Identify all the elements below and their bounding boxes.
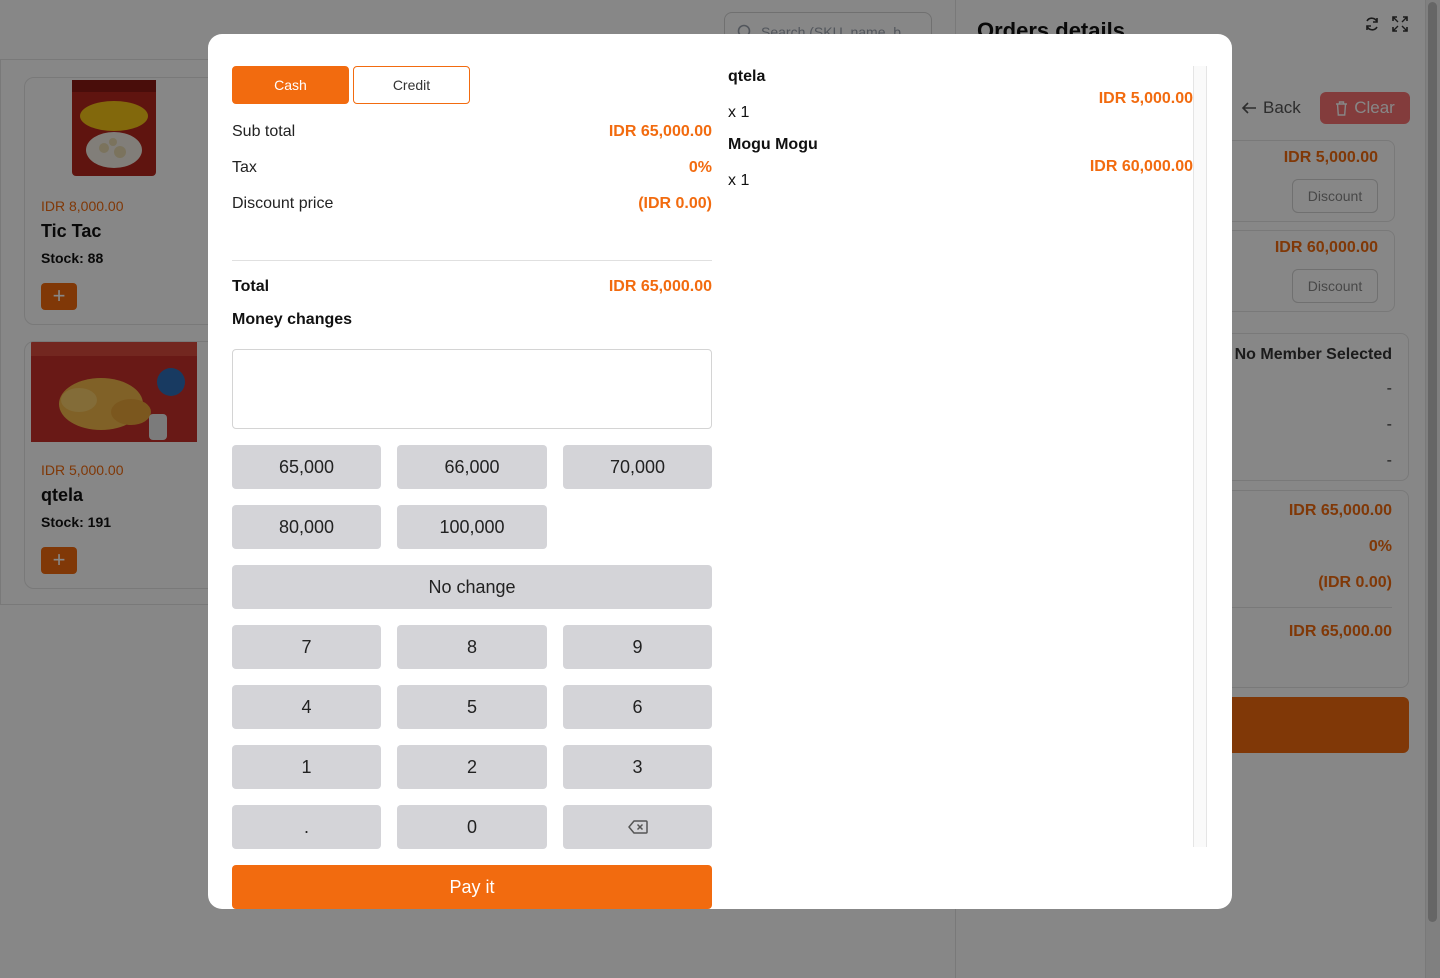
backspace-icon (627, 820, 648, 834)
subtotal-row: Sub total IDR 65,000.00 (232, 120, 712, 144)
cart-scrollbar[interactable] (1193, 66, 1207, 847)
tab-cash[interactable]: Cash (232, 66, 349, 104)
cart-item-qty: x 1 (728, 104, 750, 121)
quick-amount-button[interactable]: 80,000 (232, 505, 381, 549)
money-changes-input[interactable] (232, 349, 712, 429)
money-changes-label: Money changes (232, 311, 353, 328)
cart-summary-list: qtela IDR 5,000.00 x 1 Mogu Mogu IDR 60,… (728, 66, 1193, 847)
keypad-key[interactable]: 1 (232, 745, 381, 789)
keypad-key[interactable]: 7 (232, 625, 381, 669)
tax-row: Tax 0% (232, 156, 712, 180)
total-value: IDR 65,000.00 (608, 278, 712, 295)
keypad-key[interactable]: 2 (397, 745, 547, 789)
total-row: Total IDR 65,000.00 (232, 275, 712, 299)
tax-label: Tax (232, 159, 257, 176)
subtotal-value: IDR 65,000.00 (608, 123, 712, 140)
quick-amount-button[interactable]: 65,000 (232, 445, 381, 489)
keypad-key[interactable]: 5 (397, 685, 547, 729)
cart-item-price: IDR 60,000.00 (1089, 158, 1193, 175)
quick-amount-button[interactable]: 66,000 (397, 445, 547, 489)
keypad-key[interactable]: 0 (397, 805, 547, 849)
tab-credit[interactable]: Credit (353, 66, 470, 104)
summary-divider (232, 260, 712, 261)
keypad-key[interactable]: . (232, 805, 381, 849)
quick-amount-button[interactable]: 70,000 (563, 445, 712, 489)
discount-row: Discount price (IDR 0.00) (232, 192, 712, 216)
payment-method-tabs: Cash Credit (232, 66, 470, 104)
discount-value: (IDR 0.00) (638, 195, 712, 212)
keypad-key[interactable]: 6 (563, 685, 712, 729)
cart-item-name: qtela (728, 68, 766, 85)
cart-item-price: IDR 5,000.00 (1098, 90, 1193, 107)
pay-button[interactable]: Pay it (232, 865, 712, 909)
keypad-key[interactable]: 3 (563, 745, 712, 789)
keypad-key[interactable]: 8 (397, 625, 547, 669)
subtotal-label: Sub total (232, 123, 296, 140)
keypad-key[interactable]: 9 (563, 625, 712, 669)
payment-modal: Cash Credit Sub total IDR 65,000.00 Tax … (208, 34, 1232, 909)
quick-amount-button[interactable]: 100,000 (397, 505, 547, 549)
no-change-button[interactable]: No change (232, 565, 712, 609)
total-label: Total (232, 278, 270, 295)
discount-label: Discount price (232, 195, 334, 212)
cart-item-name: Mogu Mogu (728, 136, 818, 153)
tax-value: 0% (688, 159, 712, 176)
keypad-key[interactable]: 4 (232, 685, 381, 729)
backspace-button[interactable] (563, 805, 712, 849)
cart-item-qty: x 1 (728, 172, 750, 189)
